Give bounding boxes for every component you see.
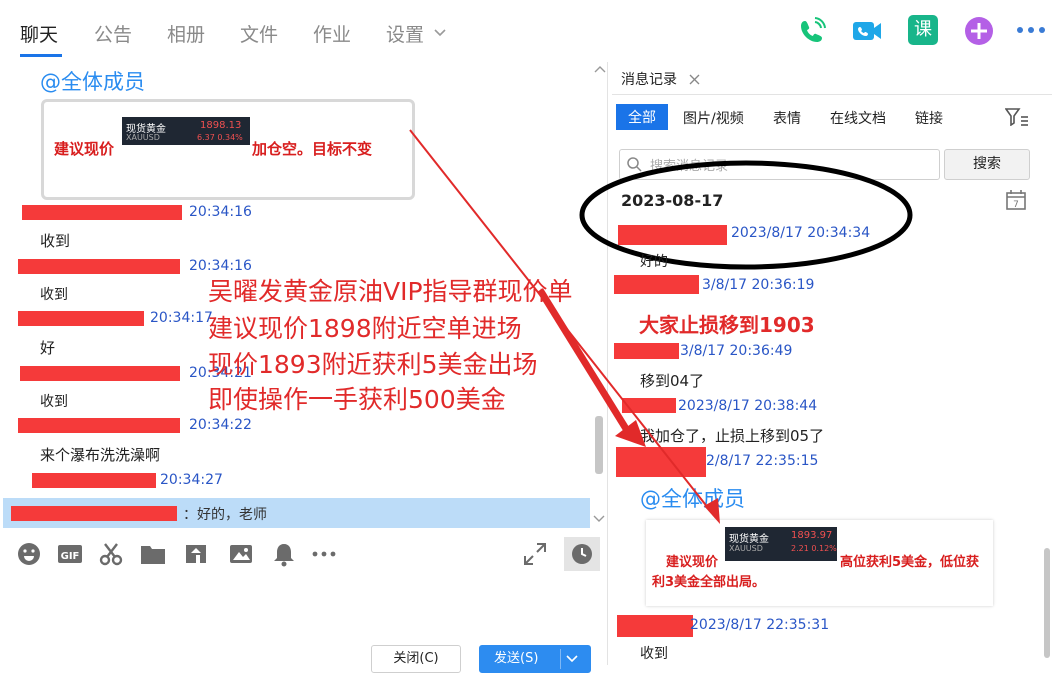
arrow-annotation xyxy=(409,129,720,524)
